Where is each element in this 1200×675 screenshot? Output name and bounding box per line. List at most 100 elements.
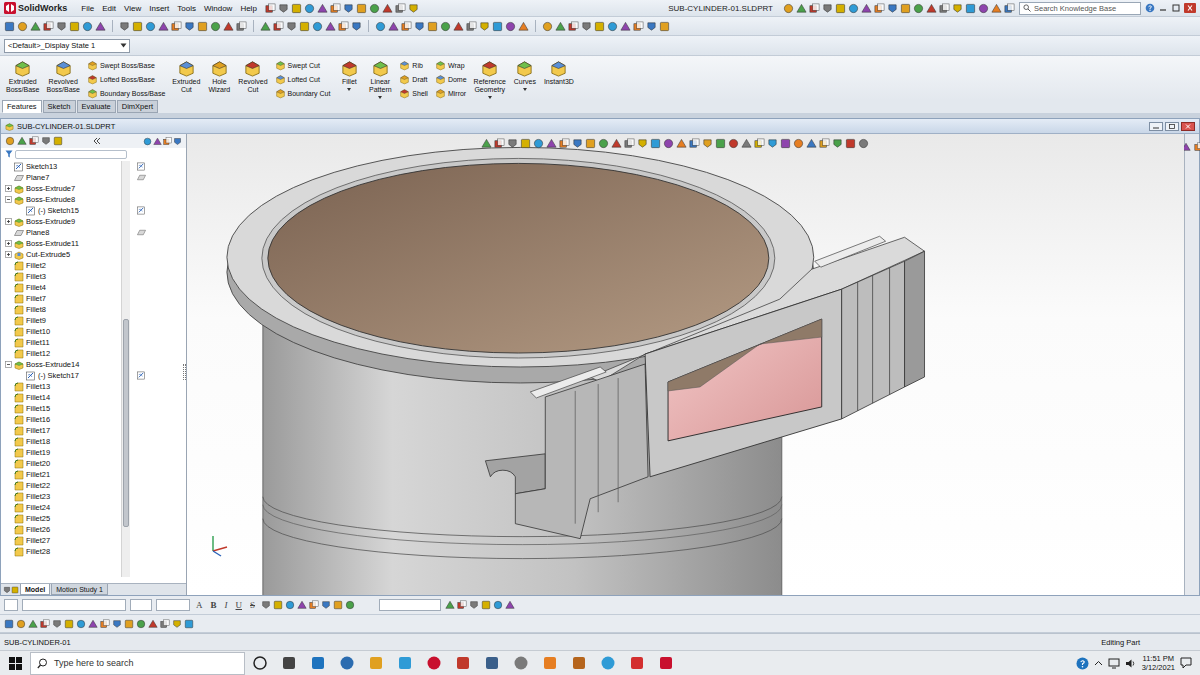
tool-icon[interactable] bbox=[291, 3, 302, 14]
tool-icon[interactable] bbox=[822, 3, 833, 14]
tool-icon[interactable] bbox=[546, 138, 557, 149]
tool-icon[interactable] bbox=[965, 3, 976, 14]
tool-icon[interactable] bbox=[41, 136, 51, 146]
tool-icon[interactable] bbox=[171, 21, 182, 32]
tree-item[interactable]: Fillet15 bbox=[1, 403, 121, 414]
tool-icon[interactable] bbox=[505, 21, 516, 32]
tree-item[interactable]: Fillet14 bbox=[1, 392, 121, 403]
dropdown-arrow-icon[interactable] bbox=[488, 96, 492, 99]
tool-icon[interactable] bbox=[611, 138, 622, 149]
tree-item[interactable]: Sketch13 bbox=[1, 161, 121, 172]
tool-icon[interactable] bbox=[505, 600, 515, 610]
tool-icon[interactable] bbox=[926, 3, 937, 14]
tool-icon[interactable] bbox=[728, 138, 739, 149]
tool-icon[interactable] bbox=[520, 138, 531, 149]
dropdown-arrow-icon[interactable] bbox=[347, 88, 351, 91]
tool-icon[interactable] bbox=[16, 619, 26, 629]
tool-icon[interactable] bbox=[286, 21, 297, 32]
tool-icon[interactable] bbox=[53, 136, 63, 146]
expand-icon[interactable] bbox=[5, 185, 12, 192]
panel-splitter[interactable] bbox=[152, 161, 186, 583]
minimize-icon[interactable] bbox=[1149, 122, 1163, 131]
notifications-icon[interactable] bbox=[1180, 657, 1192, 669]
tool-icon[interactable] bbox=[991, 3, 1002, 14]
tool-icon[interactable] bbox=[887, 3, 898, 14]
menu-item[interactable]: Insert bbox=[145, 4, 173, 13]
tool-icon[interactable] bbox=[343, 3, 354, 14]
tool-icon[interactable] bbox=[351, 21, 362, 32]
command-tab[interactable]: Evaluate bbox=[77, 100, 116, 113]
tool-icon[interactable] bbox=[29, 136, 39, 146]
tool-icon[interactable] bbox=[69, 21, 80, 32]
expand-icon[interactable] bbox=[5, 218, 12, 225]
tool-icon[interactable] bbox=[278, 3, 289, 14]
tool-icon[interactable] bbox=[297, 600, 307, 610]
ribbon-button[interactable]: Fillet bbox=[335, 59, 363, 91]
underline-button[interactable]: U bbox=[234, 600, 245, 610]
tree-item[interactable]: Cut-Extrude5 bbox=[1, 249, 121, 260]
tool-icon[interactable] bbox=[160, 619, 170, 629]
tool-icon[interactable] bbox=[145, 21, 156, 32]
search-field[interactable]: Search Knowledge Base bbox=[1019, 2, 1141, 15]
taskbar-app[interactable] bbox=[303, 655, 332, 671]
tool-icon[interactable] bbox=[236, 21, 247, 32]
font-select[interactable] bbox=[22, 599, 126, 611]
tool-icon[interactable] bbox=[650, 138, 661, 149]
tool-icon[interactable] bbox=[607, 21, 618, 32]
ribbon-button[interactable]: Swept Boss/Base bbox=[87, 59, 165, 72]
taskbar-app[interactable] bbox=[245, 655, 274, 671]
tool-icon[interactable] bbox=[481, 600, 491, 610]
tree-item[interactable]: Boss-Extrude11 bbox=[1, 238, 121, 249]
tool-icon[interactable] bbox=[76, 619, 86, 629]
layer-select[interactable] bbox=[379, 599, 441, 611]
tool-icon[interactable] bbox=[715, 138, 726, 149]
tree-item[interactable]: Fillet23 bbox=[1, 491, 121, 502]
close-icon[interactable] bbox=[1184, 3, 1196, 13]
minimize-icon[interactable] bbox=[1158, 3, 1168, 13]
tree-item[interactable]: Fillet10 bbox=[1, 326, 121, 337]
part-model[interactable] bbox=[187, 134, 1184, 595]
volume-icon[interactable] bbox=[1125, 658, 1137, 669]
filter-field[interactable] bbox=[15, 150, 127, 159]
expand-icon[interactable] bbox=[5, 240, 12, 247]
tree-item[interactable]: Fillet27 bbox=[1, 535, 121, 546]
menu-item[interactable]: File bbox=[77, 4, 98, 13]
ribbon-button[interactable]: Mirror bbox=[435, 87, 467, 100]
tree-item[interactable]: Fillet11 bbox=[1, 337, 121, 348]
tool-icon[interactable] bbox=[143, 137, 152, 146]
tool-icon[interactable] bbox=[5, 136, 15, 146]
tool-icon[interactable] bbox=[100, 619, 110, 629]
tool-icon[interactable] bbox=[754, 138, 765, 149]
tool-icon[interactable] bbox=[479, 21, 490, 32]
tree-item[interactable]: Fillet3 bbox=[1, 271, 121, 282]
tool-icon[interactable] bbox=[637, 138, 648, 149]
tool-icon[interactable] bbox=[369, 3, 380, 14]
chevron-up-icon[interactable] bbox=[1094, 659, 1103, 668]
tree-item[interactable]: Fillet4 bbox=[1, 282, 121, 293]
tool-icon[interactable] bbox=[388, 21, 399, 32]
clock[interactable]: 11:51 PM3/12/2021 bbox=[1142, 654, 1175, 672]
menu-item[interactable]: Help bbox=[236, 4, 260, 13]
model-tab[interactable]: Model bbox=[20, 584, 50, 595]
tool-icon[interactable] bbox=[153, 137, 162, 146]
tool-icon[interactable] bbox=[542, 21, 553, 32]
tool-icon[interactable] bbox=[56, 21, 67, 32]
tool-icon[interactable] bbox=[112, 619, 122, 629]
tool-icon[interactable] bbox=[819, 138, 830, 149]
tool-icon[interactable] bbox=[832, 138, 843, 149]
taskbar-app[interactable] bbox=[477, 655, 506, 671]
tool-icon[interactable] bbox=[261, 600, 271, 610]
tool-icon[interactable] bbox=[338, 21, 349, 32]
tool-icon[interactable] bbox=[119, 21, 130, 32]
dropdown-arrow-icon[interactable] bbox=[523, 88, 527, 91]
ribbon-button[interactable]: Wrap bbox=[435, 59, 467, 72]
tree-item[interactable]: Fillet16 bbox=[1, 414, 121, 425]
tool-icon[interactable] bbox=[88, 619, 98, 629]
ribbon-button[interactable]: ExtrudedCut bbox=[170, 59, 202, 94]
tool-icon[interactable] bbox=[780, 138, 791, 149]
tool-icon[interactable] bbox=[3, 586, 11, 594]
tool-icon[interactable] bbox=[741, 138, 752, 149]
tool-icon[interactable] bbox=[356, 3, 367, 14]
tool-icon[interactable] bbox=[184, 619, 194, 629]
strike-button[interactable]: S bbox=[248, 600, 257, 610]
